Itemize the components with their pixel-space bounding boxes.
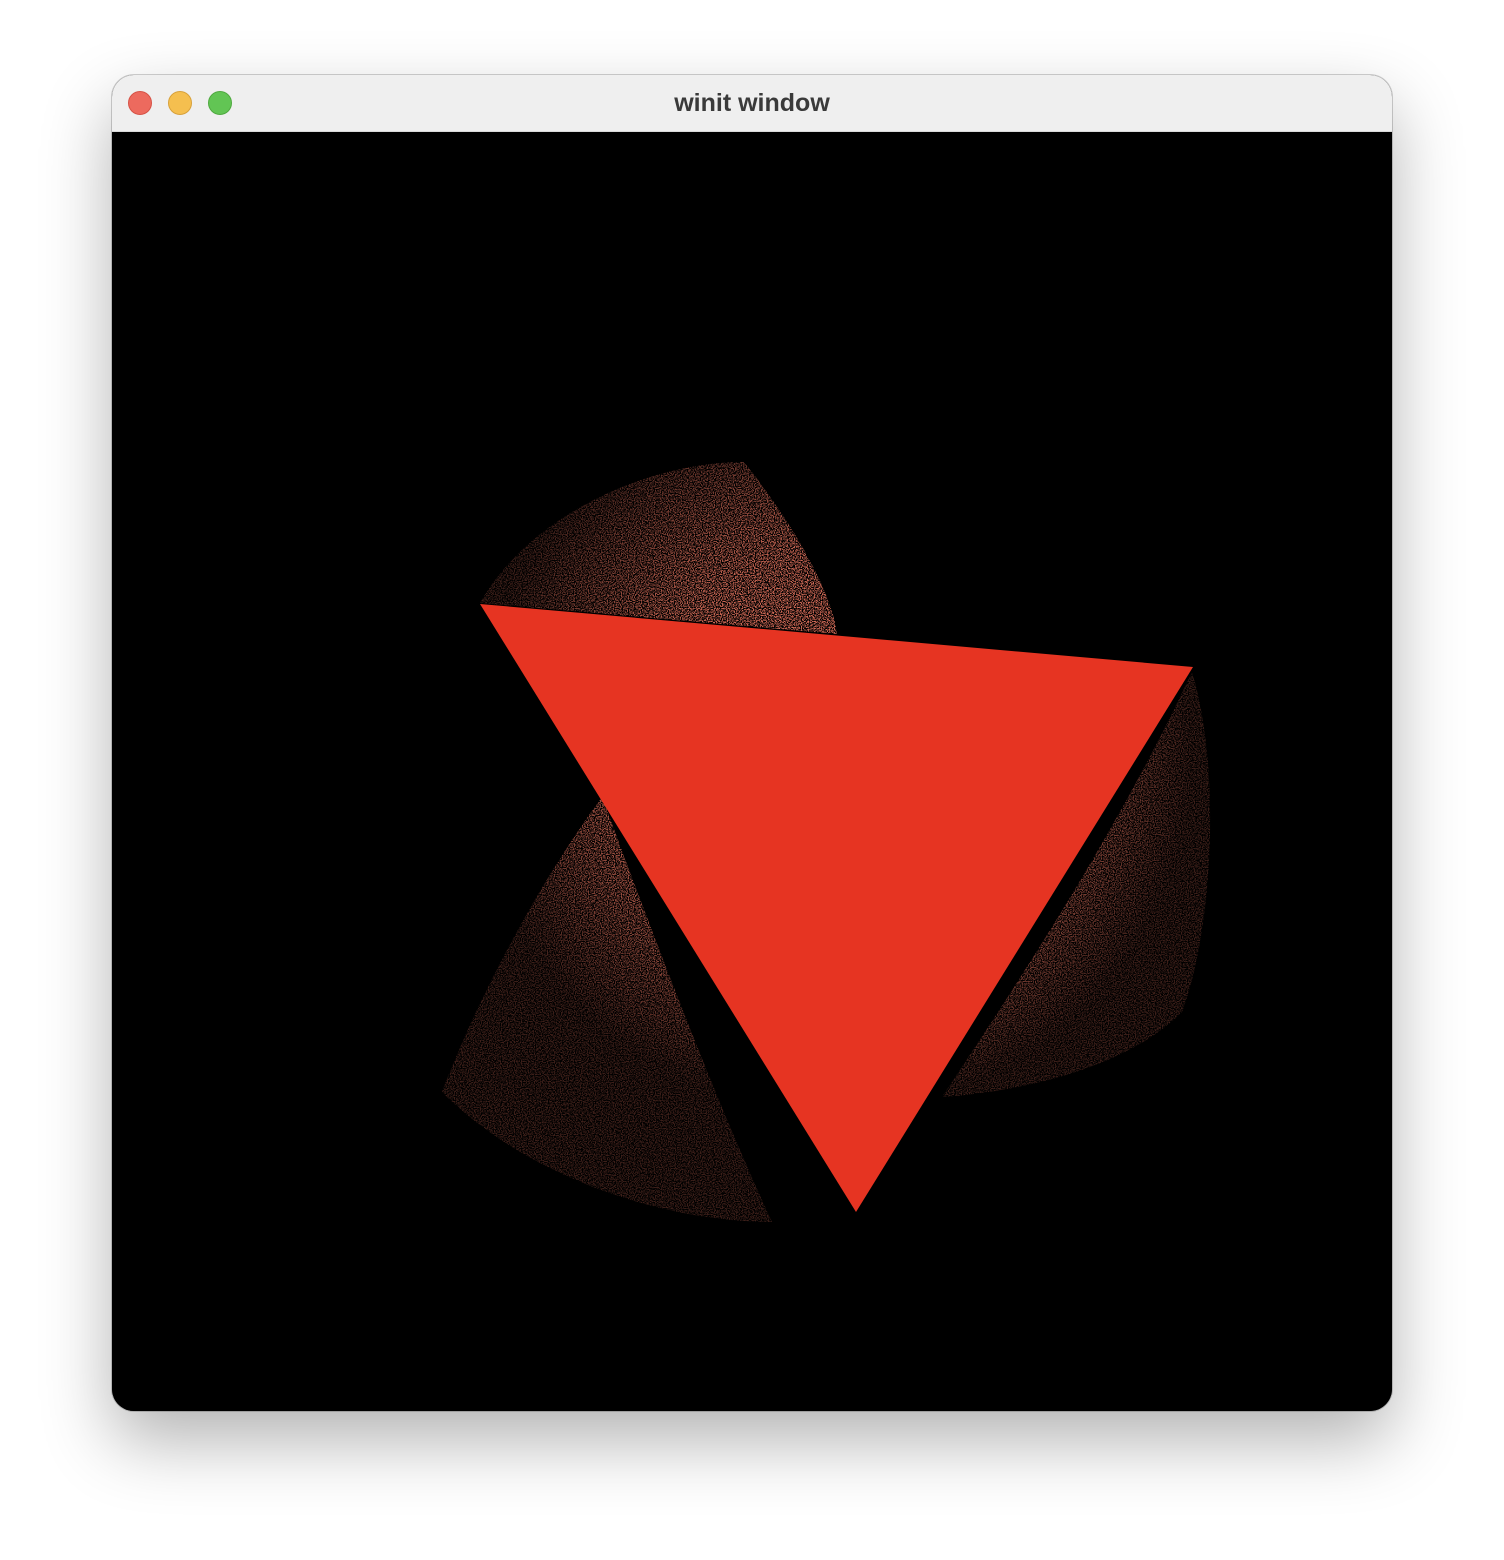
scene-svg: [442, 462, 1211, 1222]
render-canvas[interactable]: [112, 132, 1392, 1411]
window-title: winit window: [674, 89, 830, 117]
app-window: winit window: [112, 75, 1392, 1411]
title-bar[interactable]: winit window: [112, 75, 1392, 132]
